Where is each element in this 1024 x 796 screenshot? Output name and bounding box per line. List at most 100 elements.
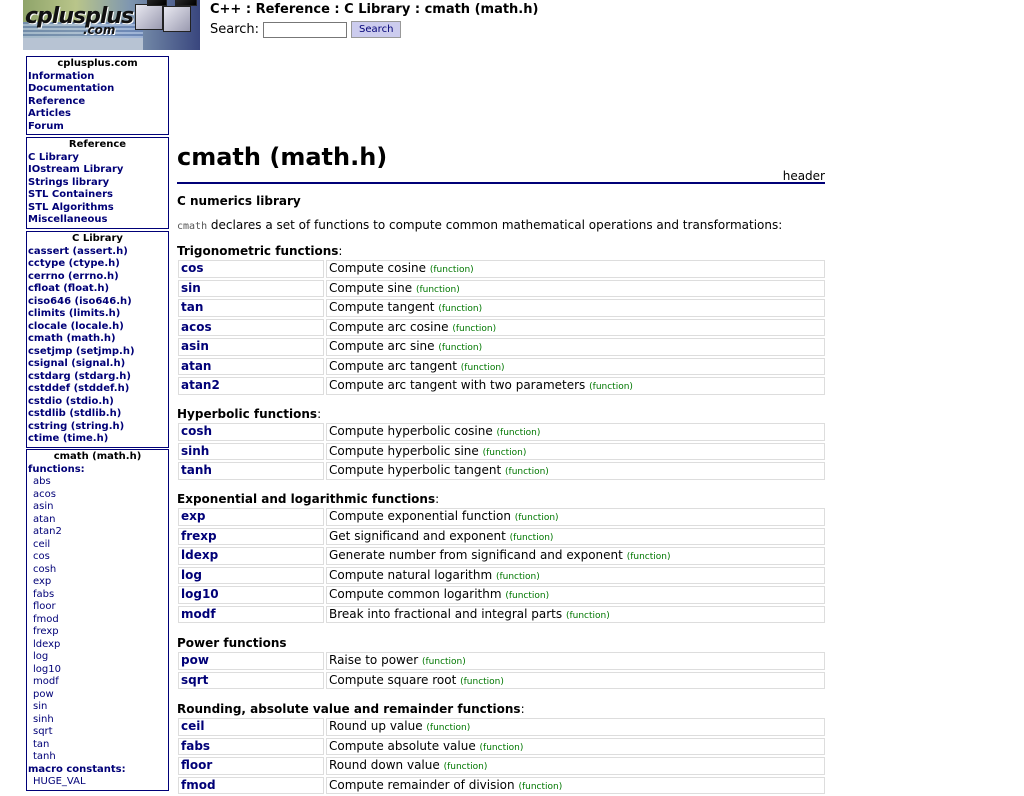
sidebar-link[interactable]: atan2 bbox=[28, 526, 167, 539]
sidebar-link[interactable]: sin bbox=[28, 701, 167, 714]
function-link[interactable]: modf bbox=[178, 605, 324, 623]
function-link[interactable]: cosh bbox=[178, 423, 324, 441]
sidebar-link[interactable]: exp bbox=[28, 576, 167, 589]
sidebar-link[interactable]: Articles bbox=[28, 108, 167, 121]
kind-tag: (function) bbox=[626, 552, 671, 562]
kind-tag: (function) bbox=[482, 447, 527, 458]
sidebar-link[interactable]: frexp bbox=[28, 626, 167, 639]
sidebar-link[interactable]: fmod bbox=[28, 614, 167, 627]
function-link[interactable]: sin bbox=[178, 279, 324, 297]
sidebar-link[interactable]: cstdlib (stdlib.h) bbox=[28, 408, 167, 421]
sidebar-link[interactable]: Miscellaneous bbox=[28, 214, 167, 227]
logo-cube-icon bbox=[163, 6, 191, 32]
sidebar-link[interactable]: cstddef (stddef.h) bbox=[28, 383, 167, 396]
sidebar-link[interactable]: tanh bbox=[28, 751, 167, 764]
sidebar-link[interactable]: STL Containers bbox=[28, 189, 167, 202]
sidebar-link[interactable]: climits (limits.h) bbox=[28, 308, 167, 321]
search-input[interactable] bbox=[263, 21, 348, 38]
function-description: Compute common logarithm (function) bbox=[326, 586, 825, 604]
function-row: pow Raise to power (function) bbox=[177, 652, 825, 670]
sidebar-link[interactable]: HUGE_VAL bbox=[28, 776, 167, 789]
sidebar-link[interactable]: cosh bbox=[28, 564, 167, 577]
function-link[interactable]: asin bbox=[178, 338, 324, 356]
sidebar-link[interactable]: ciso646 (iso646.h) bbox=[28, 296, 167, 309]
sidebar-link[interactable]: cstdarg (stdarg.h) bbox=[28, 371, 167, 384]
sidebar-link[interactable]: log bbox=[28, 651, 167, 664]
function-link[interactable]: floor bbox=[178, 757, 324, 775]
function-link[interactable]: frexp bbox=[178, 527, 324, 545]
sidebar-link[interactable]: modf bbox=[28, 676, 167, 689]
sidebar-link[interactable]: IOstream Library bbox=[28, 164, 167, 177]
entry-kind: header bbox=[782, 169, 825, 183]
kind-tag: (function) bbox=[438, 343, 483, 353]
function-link[interactable]: tanh bbox=[178, 462, 324, 480]
function-link[interactable]: ldexp bbox=[178, 547, 324, 565]
search-button[interactable]: Search bbox=[351, 21, 402, 38]
sidebar-link[interactable]: Forum bbox=[28, 121, 167, 134]
function-link[interactable]: exp bbox=[178, 508, 324, 526]
kind-tag: (function) bbox=[565, 610, 610, 621]
function-description: Get significand and exponent (function) bbox=[326, 527, 825, 545]
description-text: Round up value bbox=[329, 719, 427, 733]
function-description: Compute arc sine (function) bbox=[326, 338, 825, 356]
sidebar-link[interactable]: Information bbox=[28, 71, 167, 84]
function-description: Compute arc tangent (function) bbox=[326, 357, 825, 375]
function-description: Round up value (function) bbox=[326, 718, 825, 736]
function-link[interactable]: acos bbox=[178, 318, 324, 336]
function-link[interactable]: cos bbox=[178, 260, 324, 278]
function-link[interactable]: log10 bbox=[178, 586, 324, 604]
function-link[interactable]: sinh bbox=[178, 442, 324, 460]
sidebar-link[interactable]: STL Algorithms bbox=[28, 202, 167, 215]
sidebar-link[interactable]: Strings library bbox=[28, 177, 167, 190]
function-link[interactable]: ceil bbox=[178, 718, 324, 736]
sidebar-link[interactable]: ldexp bbox=[28, 639, 167, 652]
description-text: Compute arc tangent with two parameters bbox=[329, 378, 590, 392]
sidebar-link[interactable]: cstdio (stdio.h) bbox=[28, 396, 167, 409]
sidebar-link[interactable]: cmath (math.h) bbox=[28, 333, 167, 346]
sidebar-link[interactable]: Reference bbox=[28, 96, 167, 109]
sidebar-link[interactable]: sinh bbox=[28, 714, 167, 727]
sidebar-link[interactable]: atan bbox=[28, 514, 167, 527]
sidebar-link[interactable]: cstring (string.h) bbox=[28, 421, 167, 434]
sidebar-link[interactable]: cerrno (errno.h) bbox=[28, 271, 167, 284]
function-link[interactable]: pow bbox=[178, 652, 324, 670]
function-description: Compute hyperbolic cosine (function) bbox=[326, 423, 825, 441]
sidebar-link[interactable]: Documentation bbox=[28, 83, 167, 96]
function-row: atan Compute arc tangent (function) bbox=[177, 357, 825, 375]
function-link[interactable]: log bbox=[178, 566, 324, 584]
sidebar-link[interactable]: tan bbox=[28, 739, 167, 752]
sidebar-link[interactable]: cctype (ctype.h) bbox=[28, 258, 167, 271]
function-link[interactable]: sqrt bbox=[178, 671, 324, 689]
sidebar-link[interactable]: C Library bbox=[28, 152, 167, 165]
sidebar-link[interactable]: cassert (assert.h) bbox=[28, 246, 167, 259]
sidebar-link[interactable]: fabs bbox=[28, 589, 167, 602]
sidebar-link[interactable]: cfloat (float.h) bbox=[28, 283, 167, 296]
sidebar-link[interactable]: pow bbox=[28, 689, 167, 702]
function-link[interactable]: atan2 bbox=[178, 377, 324, 395]
sidebar-link[interactable]: abs bbox=[28, 476, 167, 489]
function-link[interactable]: atan bbox=[178, 357, 324, 375]
description-text: Generate number from significand and exp… bbox=[329, 548, 627, 562]
sidebar-link[interactable]: log10 bbox=[28, 664, 167, 677]
function-description: Compute remainder of division (function) bbox=[326, 776, 825, 794]
sidebar-link[interactable]: floor bbox=[28, 601, 167, 614]
sidebar-link[interactable]: clocale (locale.h) bbox=[28, 321, 167, 334]
function-link[interactable]: fmod bbox=[178, 776, 324, 794]
sidebar-link[interactable]: asin bbox=[28, 501, 167, 514]
sidebar-link[interactable]: csignal (signal.h) bbox=[28, 358, 167, 371]
sidebar-link[interactable]: ceil bbox=[28, 539, 167, 552]
sidebar-link[interactable]: ctime (time.h) bbox=[28, 433, 167, 446]
description-text: Compute arc sine bbox=[329, 339, 439, 353]
kind-tag: (function) bbox=[460, 676, 504, 687]
function-row: cosh Compute hyperbolic cosine (function) bbox=[177, 423, 825, 441]
function-link[interactable]: tan bbox=[178, 299, 324, 317]
sidebar-link[interactable]: csetjmp (setjmp.h) bbox=[28, 346, 167, 359]
function-link[interactable]: fabs bbox=[178, 737, 324, 755]
site-logo[interactable]: cplusplus .com bbox=[23, 0, 200, 50]
function-row: tan Compute tangent (function) bbox=[177, 299, 825, 317]
kind-tag: (function) bbox=[514, 513, 559, 523]
library-name: C numerics library bbox=[177, 194, 301, 208]
sidebar-link[interactable]: cos bbox=[28, 551, 167, 564]
sidebar-link[interactable]: acos bbox=[28, 489, 167, 502]
sidebar-link[interactable]: sqrt bbox=[28, 726, 167, 739]
